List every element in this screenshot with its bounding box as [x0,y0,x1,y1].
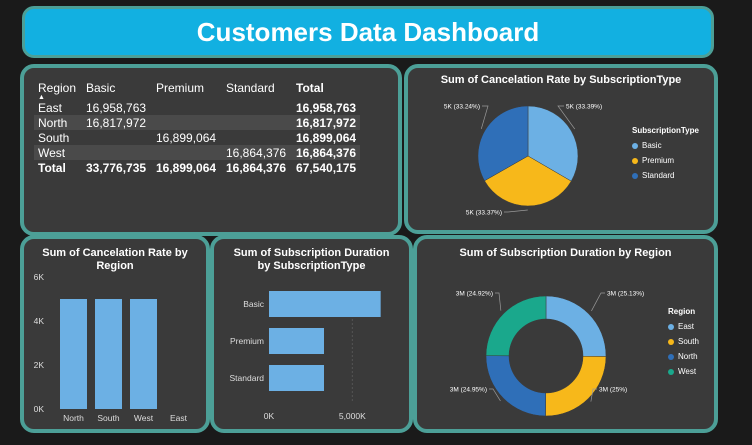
table-total-row: Total 33,776,735 16,899,064 16,864,376 6… [34,160,360,175]
cancelation-region-bar-chart[interactable]: 0K 2K 4K 6K North South West East [24,239,206,429]
y-tick-label: 4K [34,316,45,326]
matrix-cell-premium: 16,899,064 [156,130,217,145]
cancelation-by-region-panel: Sum of Cancelation Rate by Region 0K 2K 4K… [20,235,210,433]
matrix-cell-total: 16,899,064 [296,130,357,145]
matrix-cell-basic: 16,817,972 [82,115,152,130]
matrix-panel: Region ▲ Basic Premium Standard Total Ea… [20,64,402,236]
duration-by-type-panel: Sum of Subscription Duration by Subscrip… [210,235,413,433]
legend-dot [632,142,638,149]
legend-dot [668,353,674,360]
label-leader-line [591,292,605,312]
label-leader-line [480,105,489,129]
table-row: West 16,864,376 16,864,376 [34,145,361,160]
cancelation-by-type-panel: Sum of Cancelation Rate by SubscriptionT… [404,64,718,234]
x-tick-label: South [97,413,119,423]
subscription-type-legend: SubscriptionType Basic Premium Standard [632,126,699,183]
matrix-cell-total: 16,958,763 [296,100,357,115]
region-legend: Region East South North West [668,307,699,379]
y-tick-label: 2K [34,360,45,370]
slice-east[interactable] [545,295,607,357]
legend-item-standard[interactable]: Standard [632,168,699,183]
table-row: North 16,817,972 16,817,972 [34,115,361,130]
legend-item-premium[interactable]: Premium [632,153,699,168]
sort-ascending-icon[interactable]: ▲ [38,94,45,101]
matrix-cell-region: West [34,145,82,160]
bar-south[interactable] [95,299,122,409]
data-label: 5K (33.39%) [566,104,602,111]
matrix-cell-region: Total [38,160,66,175]
matrix-cell-total: 67,540,175 [296,160,357,175]
legend-item-east[interactable]: East [668,319,699,334]
region-subscription-matrix: Region ▲ Basic Premium Standard Total Ea… [34,76,361,175]
y-tick-label: Premium [230,336,264,346]
legend-dot [668,323,674,330]
dashboard-title: Customers Data Dashboard [196,16,540,47]
y-tick-label: Basic [243,299,265,309]
data-label: 3M (25.13%) [607,291,644,298]
matrix-cell-premium [152,115,222,130]
bar-premium[interactable] [269,328,324,354]
y-tick-label: Standard [230,373,265,383]
matrix-header-premium[interactable]: Premium [152,76,222,100]
matrix-header-total[interactable]: Total [292,76,360,100]
matrix-cell-region: East [38,100,63,115]
matrix-cell-region: South [38,130,70,145]
legend-title: SubscriptionType [632,126,699,135]
data-label: 3M (24.92%) [456,291,493,298]
matrix-header-basic[interactable]: Basic [82,76,152,100]
matrix-cell-standard: 16,864,376 [226,160,287,175]
matrix-cell-basic: 16,958,763 [86,100,147,115]
x-tick-label: East [170,413,188,423]
matrix-cell-total: 16,817,972 [292,115,361,130]
slice-north[interactable] [485,355,546,417]
matrix-cell-total: 16,864,376 [292,145,361,160]
matrix-cell-basic [82,145,152,160]
matrix-cell-region: North [34,115,82,130]
legend-dot [668,338,674,345]
data-label: 3M (24.95%) [450,387,487,394]
matrix-cell-basic: 33,776,735 [86,160,147,175]
matrix-header-region[interactable]: Region ▲ [34,76,82,101]
x-tick-label: North [63,413,84,423]
x-tick-label: West [134,413,154,423]
matrix-cell-standard [222,115,292,130]
legend-item-north[interactable]: North [668,349,699,364]
table-row: South 16,899,064 16,899,064 [34,130,360,145]
data-label: 5K (33.24%) [444,104,480,111]
matrix-cell-premium [152,145,222,160]
y-tick-label: 6K [34,272,45,282]
duration-type-bar-chart[interactable]: Basic Premium Standard 0K 5,000K [214,239,409,429]
matrix-header-row: Region ▲ Basic Premium Standard Total [34,76,360,101]
slice-west[interactable] [485,295,547,357]
legend-dot [632,172,638,179]
matrix-cell-standard: 16,864,376 [222,145,292,160]
data-label: 3M (25%) [599,387,627,394]
legend-item-south[interactable]: South [668,334,699,349]
x-tick-label: 5,000K [339,411,366,421]
legend-dot [668,368,674,375]
matrix-header-standard[interactable]: Standard [222,76,292,100]
dashboard-title-banner: Customers Data Dashboard [22,6,714,58]
matrix-cell-standard [222,100,292,115]
duration-by-region-panel: Sum of Subscription Duration by Region 3… [413,235,718,433]
label-leader-line [495,292,502,311]
table-row: East 16,958,763 16,958,763 [34,100,360,115]
legend-title: Region [668,307,696,316]
legend-dot [632,157,638,164]
bar-north[interactable] [60,299,87,409]
label-leader-line [504,209,528,213]
x-tick-label: 0K [264,411,275,421]
matrix-cell-premium: 16,899,064 [156,160,217,175]
bar-west[interactable] [130,299,157,409]
data-label: 5K (33.37%) [466,210,502,217]
bar-standard[interactable] [269,365,324,391]
legend-item-west[interactable]: West [668,364,699,379]
y-tick-label: 0K [34,404,45,414]
matrix-cell-basic [82,130,152,145]
legend-item-basic[interactable]: Basic [632,138,699,153]
matrix-cell-premium [152,100,222,115]
bar-basic[interactable] [269,291,381,317]
matrix-cell-standard [222,130,292,145]
slice-south[interactable] [545,356,607,417]
